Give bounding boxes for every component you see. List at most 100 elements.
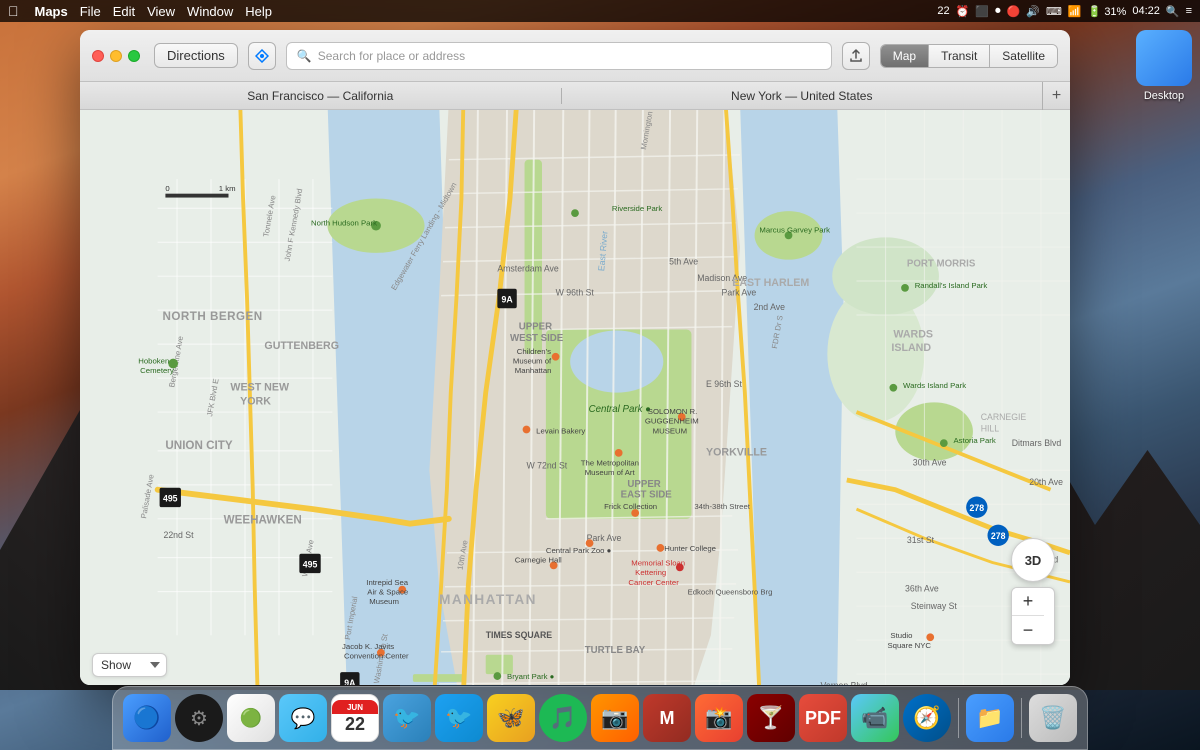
svg-text:UNION CITY: UNION CITY <box>165 439 232 452</box>
svg-text:20th Ave: 20th Ave <box>1029 477 1063 487</box>
svg-text:Museum of Art: Museum of Art <box>585 468 636 477</box>
dock-safari2[interactable]: 🧭 <box>903 694 951 742</box>
svg-text:31st St: 31st St <box>907 535 935 545</box>
svg-text:Cemetery: Cemetery <box>140 366 174 375</box>
dock-photos2[interactable]: 📸 <box>695 694 743 742</box>
dock-tweetbot[interactable]: 🐦 <box>383 694 431 742</box>
apple-menu[interactable]:  <box>8 3 19 19</box>
svg-text:Park Ave: Park Ave <box>722 288 757 298</box>
dock-tes[interactable]: 🦋 <box>487 694 535 742</box>
dock-finder[interactable]: 🔵 <box>123 694 171 742</box>
map-type-map[interactable]: Map <box>881 45 929 67</box>
svg-text:EAST SIDE: EAST SIDE <box>621 489 673 500</box>
svg-text:Steinway St: Steinway St <box>911 601 958 611</box>
svg-text:5th Ave: 5th Ave <box>669 257 698 267</box>
dock-system-prefs[interactable]: ⚙ <box>175 694 223 742</box>
svg-text:495: 495 <box>303 559 318 569</box>
svg-text:Museum of: Museum of <box>513 357 552 366</box>
add-stop-button[interactable]: + <box>1042 82 1070 110</box>
zoom-out-button[interactable]: − <box>1012 616 1044 644</box>
svg-text:0: 0 <box>165 184 169 193</box>
dock-photos[interactable]: 📷 <box>591 694 639 742</box>
svg-text:36th Ave: 36th Ave <box>905 584 939 594</box>
svg-text:MANHATTAN: MANHATTAN <box>439 592 537 607</box>
directions-button[interactable]: Directions <box>154 43 238 68</box>
dock-pdf[interactable]: PDF <box>799 694 847 742</box>
dock-trash[interactable]: 🗑️ <box>1029 694 1077 742</box>
svg-text:YORKVILLE: YORKVILLE <box>706 447 767 459</box>
svg-text:Kettering: Kettering <box>635 568 666 577</box>
svg-text:Bryant Park ●: Bryant Park ● <box>507 672 554 681</box>
search-placeholder: Search for place or address <box>318 49 465 63</box>
svg-text:Central Park ●: Central Park ● <box>589 404 652 415</box>
edit-menu[interactable]: Edit <box>113 4 135 19</box>
svg-text:278: 278 <box>970 503 985 513</box>
dock-separator2 <box>1021 698 1022 738</box>
svg-text:GRAND: GRAND <box>520 684 548 685</box>
svg-text:Riverside Park: Riverside Park <box>612 204 663 213</box>
3d-button[interactable]: 3D <box>1011 538 1055 582</box>
location-button[interactable] <box>248 42 276 70</box>
help-menu[interactable]: Help <box>245 4 272 19</box>
dock-safari[interactable]: 🟢 <box>227 694 275 742</box>
dock-twitter[interactable]: 🐦 <box>435 694 483 742</box>
dock-finder2[interactable]: 📁 <box>966 694 1014 742</box>
svg-text:Convention Center: Convention Center <box>344 652 409 661</box>
share-button[interactable] <box>842 42 870 70</box>
route-from[interactable]: San Francisco — California <box>80 89 561 103</box>
app-name-menu[interactable]: Maps <box>35 4 68 19</box>
dock-calendar[interactable]: JUN 22 <box>331 694 379 742</box>
desktop-icon[interactable]: Desktop <box>1136 30 1192 102</box>
map-svg: W 96th St W 72nd St W 34th St E 96th St … <box>80 110 1070 685</box>
view-menu[interactable]: View <box>147 4 175 19</box>
file-menu[interactable]: File <box>80 4 101 19</box>
svg-text:TURTLE BAY: TURTLE BAY <box>585 645 646 656</box>
route-to[interactable]: New York — United States <box>562 89 1043 103</box>
svg-text:ISLAND: ISLAND <box>891 342 931 354</box>
svg-text:Hunter College: Hunter College <box>664 544 716 553</box>
svg-text:Intrepid Sea: Intrepid Sea <box>366 578 408 587</box>
svg-text:Manhattan: Manhattan <box>515 366 552 375</box>
svg-text:EAST HARLEM: EAST HARLEM <box>732 277 809 289</box>
map-type-transit[interactable]: Transit <box>929 45 990 67</box>
zoom-in-button[interactable]: + <box>1012 588 1044 616</box>
svg-text:WEST NEW: WEST NEW <box>230 382 290 394</box>
map-type-selector: Map Transit Satellite <box>880 44 1058 68</box>
svg-text:Hoboken: Hoboken <box>138 357 169 366</box>
svg-text:WEEHAWKEN: WEEHAWKEN <box>224 514 302 527</box>
dock: 🔵 ⚙ 🟢 💬 JUN 22 🐦 🐦 🦋 🎵 📷 M 📸 🍸 PDF 📹 🧭 📁… <box>112 686 1088 750</box>
dock-cocktail[interactable]: 🍸 <box>747 694 795 742</box>
show-dropdown[interactable]: Show Traffic Satellite <box>92 653 167 677</box>
search-icon: 🔍 <box>297 49 312 63</box>
window-menu[interactable]: Window <box>187 4 233 19</box>
svg-text:YORK: YORK <box>240 395 271 407</box>
map-controls: 3D + − <box>1011 538 1055 645</box>
svg-text:UPPER: UPPER <box>627 479 660 490</box>
svg-text:22nd St: 22nd St <box>163 530 194 540</box>
svg-text:Levain Bakery: Levain Bakery <box>536 426 585 435</box>
svg-text:Astoria Park: Astoria Park <box>954 436 996 445</box>
map-type-satellite[interactable]: Satellite <box>990 45 1057 67</box>
svg-text:30th Ave: 30th Ave <box>913 457 947 467</box>
svg-text:PORT MORRIS: PORT MORRIS <box>907 258 976 269</box>
dock-facetime[interactable]: 📹 <box>851 694 899 742</box>
svg-text:Children's: Children's <box>517 347 551 356</box>
maximize-button[interactable] <box>128 50 140 62</box>
dock-spotify[interactable]: 🎵 <box>539 694 587 742</box>
minimize-button[interactable] <box>110 50 122 62</box>
svg-text:Marcus Garvey Park: Marcus Garvey Park <box>759 225 830 234</box>
traffic-lights <box>92 50 140 62</box>
svg-text:Memorial Sloan: Memorial Sloan <box>631 558 685 567</box>
svg-text:9A: 9A <box>501 294 513 304</box>
close-button[interactable] <box>92 50 104 62</box>
svg-text:Jacob K. Javits: Jacob K. Javits <box>342 642 394 651</box>
svg-text:Wards Island Park: Wards Island Park <box>903 381 966 390</box>
search-bar[interactable]: 🔍 Search for place or address <box>286 42 832 70</box>
dock-app-m[interactable]: M <box>643 694 691 742</box>
svg-text:Edkoch Queensboro Brg: Edkoch Queensboro Brg <box>688 588 773 597</box>
map-area[interactable]: W 96th St W 72nd St W 34th St E 96th St … <box>80 110 1070 685</box>
svg-text:E 96th St: E 96th St <box>706 379 742 389</box>
svg-text:CARNEGIE: CARNEGIE <box>981 412 1027 422</box>
svg-text:W 96th St: W 96th St <box>556 288 595 298</box>
dock-messages[interactable]: 💬 <box>279 694 327 742</box>
